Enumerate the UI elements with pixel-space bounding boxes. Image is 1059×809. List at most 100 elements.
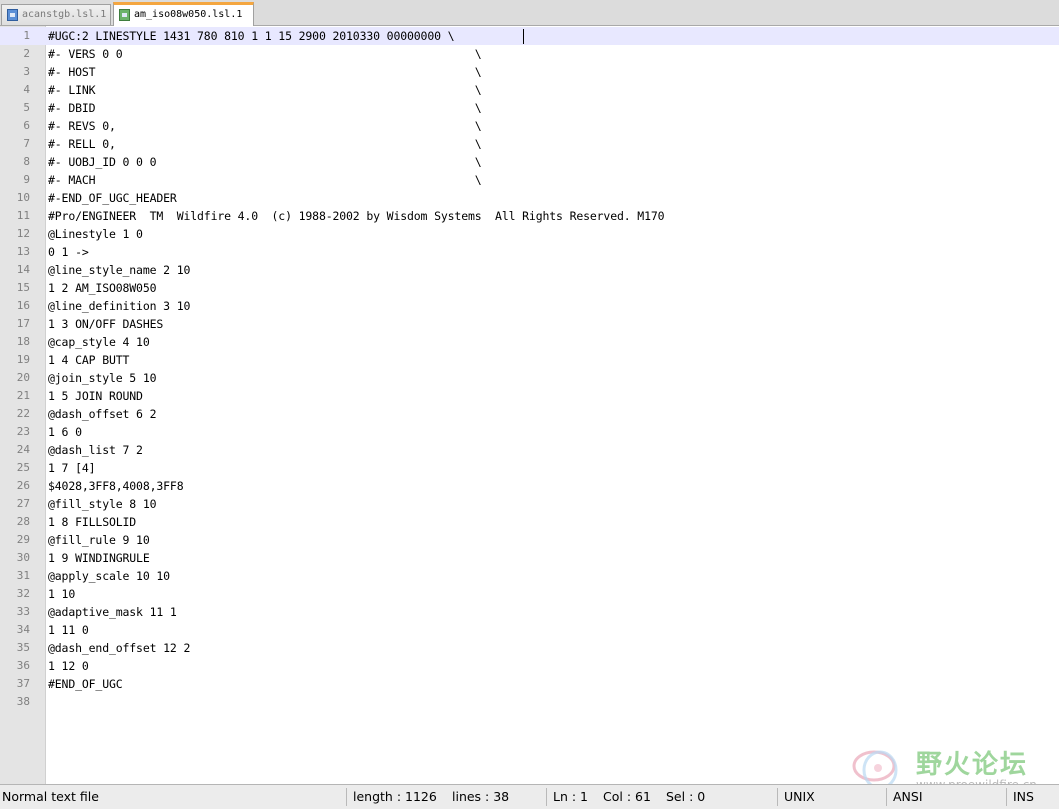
editor-line[interactable]: 11 #Pro/ENGINEER TM Wildfire 4.0 (c) 1988… xyxy=(0,207,1059,225)
line-number: 23 xyxy=(16,425,30,438)
line-text: 1 6 0 xyxy=(48,425,82,439)
status-separator xyxy=(777,788,778,806)
line-number: 3 xyxy=(23,65,30,78)
line-number: 5 xyxy=(23,101,30,114)
editor-line[interactable]: 25 1 7 [4] xyxy=(0,459,1059,477)
editor-line[interactable]: 15 1 2 AM_ISO08W050 xyxy=(0,279,1059,297)
line-number: 18 xyxy=(16,335,30,348)
line-number: 34 xyxy=(16,623,30,636)
editor-line[interactable]: 16 @line_definition 3 10 xyxy=(0,297,1059,315)
editor-line[interactable]: 5 #- DBID \ xyxy=(0,99,1059,117)
editor-line[interactable]: 24 @dash_list 7 2 xyxy=(0,441,1059,459)
line-text: 1 3 ON/OFF DASHES xyxy=(48,317,164,331)
text-editor[interactable]: 1 #UGC:2 LINESTYLE 1431 780 810 1 1 15 29… xyxy=(0,26,1059,784)
line-number: 29 xyxy=(16,533,30,546)
line-text: 1 9 WINDINGRULE xyxy=(48,551,150,565)
tab-bar: acanstgb.lsl.1 am_iso08w050.lsl.1 xyxy=(0,0,1059,26)
line-number: 19 xyxy=(16,353,30,366)
status-encoding: ANSI xyxy=(893,789,923,804)
tab-am-iso08w050[interactable]: am_iso08w050.lsl.1 xyxy=(113,2,254,26)
editor-line[interactable]: 33 @adaptive_mask 11 1 xyxy=(0,603,1059,621)
editor-line[interactable]: 34 1 11 0 xyxy=(0,621,1059,639)
line-text: #- VERS 0 0 \ xyxy=(48,47,482,61)
file-icon xyxy=(119,9,130,21)
editor-line[interactable]: 32 1 10 xyxy=(0,585,1059,603)
line-number: 10 xyxy=(16,191,30,204)
editor-line[interactable]: 3 #- HOST \ xyxy=(0,63,1059,81)
editor-line[interactable]: 28 1 8 FILLSOLID xyxy=(0,513,1059,531)
editor-line[interactable]: 20 @join_style 5 10 xyxy=(0,369,1059,387)
line-text: #- RELL 0, \ xyxy=(48,137,482,151)
editor-line[interactable]: 7 #- RELL 0, \ xyxy=(0,135,1059,153)
editor-line[interactable]: 10 #-END_OF_UGC_HEADER xyxy=(0,189,1059,207)
line-number: 33 xyxy=(16,605,30,618)
line-number: 7 xyxy=(23,137,30,150)
editor-line[interactable]: 13 0 1 -> xyxy=(0,243,1059,261)
editor-line[interactable]: 19 1 4 CAP BUTT xyxy=(0,351,1059,369)
editor-line[interactable]: 4 #- LINK \ xyxy=(0,81,1059,99)
editor-line[interactable]: 2 #- VERS 0 0 \ xyxy=(0,45,1059,63)
line-number: 22 xyxy=(16,407,30,420)
line-number: 35 xyxy=(16,641,30,654)
line-text: 0 1 -> xyxy=(48,245,89,259)
editor-line[interactable]: 17 1 3 ON/OFF DASHES xyxy=(0,315,1059,333)
status-separator xyxy=(886,788,887,806)
editor-line[interactable]: 36 1 12 0 xyxy=(0,657,1059,675)
line-text: @line_style_name 2 10 xyxy=(48,263,191,277)
line-text: #- DBID \ xyxy=(48,101,482,115)
status-mode: INS xyxy=(1013,789,1034,804)
line-text: @cap_style 4 10 xyxy=(48,335,150,349)
editor-line[interactable]: 8 #- UOBJ_ID 0 0 0 \ xyxy=(0,153,1059,171)
editor-line[interactable]: 12 @Linestyle 1 0 xyxy=(0,225,1059,243)
line-number: 25 xyxy=(16,461,30,474)
line-text: @fill_style 8 10 xyxy=(48,497,157,511)
line-number: 36 xyxy=(16,659,30,672)
editor-lines: 1 #UGC:2 LINESTYLE 1431 780 810 1 1 15 29… xyxy=(0,27,1059,711)
editor-line[interactable]: 21 1 5 JOIN ROUND xyxy=(0,387,1059,405)
editor-line[interactable]: 18 @cap_style 4 10 xyxy=(0,333,1059,351)
editor-line[interactable]: 26 $4028,3FF8,4008,3FF8 xyxy=(0,477,1059,495)
status-col: Col : 61 xyxy=(603,789,651,804)
editor-line[interactable]: 38 xyxy=(0,693,1059,711)
editor-line[interactable]: 35 @dash_end_offset 12 2 xyxy=(0,639,1059,657)
text-caret xyxy=(523,29,524,44)
line-text: @dash_end_offset 12 2 xyxy=(48,641,191,655)
status-file-type: Normal text file xyxy=(2,789,99,804)
line-number: 16 xyxy=(16,299,30,312)
line-text: #- UOBJ_ID 0 0 0 \ xyxy=(48,155,482,169)
editor-line[interactable]: 37 #END_OF_UGC xyxy=(0,675,1059,693)
editor-line[interactable]: 1 #UGC:2 LINESTYLE 1431 780 810 1 1 15 29… xyxy=(0,27,1059,45)
line-number: 2 xyxy=(23,47,30,60)
line-number: 31 xyxy=(16,569,30,582)
editor-line[interactable]: 30 1 9 WINDINGRULE xyxy=(0,549,1059,567)
line-text: @dash_list 7 2 xyxy=(48,443,143,457)
file-icon xyxy=(7,9,18,21)
line-number: 37 xyxy=(16,677,30,690)
line-text: @fill_rule 9 10 xyxy=(48,533,150,547)
status-separator xyxy=(546,788,547,806)
line-text: $4028,3FF8,4008,3FF8 xyxy=(48,479,184,493)
editor-line[interactable]: 14 @line_style_name 2 10 xyxy=(0,261,1059,279)
editor-line[interactable]: 29 @fill_rule 9 10 xyxy=(0,531,1059,549)
line-number: 24 xyxy=(16,443,30,456)
line-text: #END_OF_UGC xyxy=(48,677,123,691)
editor-line[interactable]: 23 1 6 0 xyxy=(0,423,1059,441)
status-ln: Ln : 1 xyxy=(553,789,588,804)
editor-line[interactable]: 22 @dash_offset 6 2 xyxy=(0,405,1059,423)
line-number: 26 xyxy=(16,479,30,492)
editor-line[interactable]: 9 #- MACH \ xyxy=(0,171,1059,189)
status-lines: lines : 38 xyxy=(452,789,510,804)
line-number: 38 xyxy=(16,695,30,708)
status-length: length : 1126 xyxy=(353,789,437,804)
line-number: 8 xyxy=(23,155,30,168)
line-text: 1 5 JOIN ROUND xyxy=(48,389,143,403)
status-sel: Sel : 0 xyxy=(666,789,706,804)
editor-line[interactable]: 6 #- REVS 0, \ xyxy=(0,117,1059,135)
editor-line[interactable]: 31 @apply_scale 10 10 xyxy=(0,567,1059,585)
tab-acanstgb[interactable]: acanstgb.lsl.1 xyxy=(1,4,111,25)
status-bar: Normal text file length : 1126 lines : 3… xyxy=(0,784,1059,809)
line-number: 1 xyxy=(23,29,30,42)
line-number: 9 xyxy=(23,173,30,186)
editor-line[interactable]: 27 @fill_style 8 10 xyxy=(0,495,1059,513)
line-text: 1 4 CAP BUTT xyxy=(48,353,130,367)
